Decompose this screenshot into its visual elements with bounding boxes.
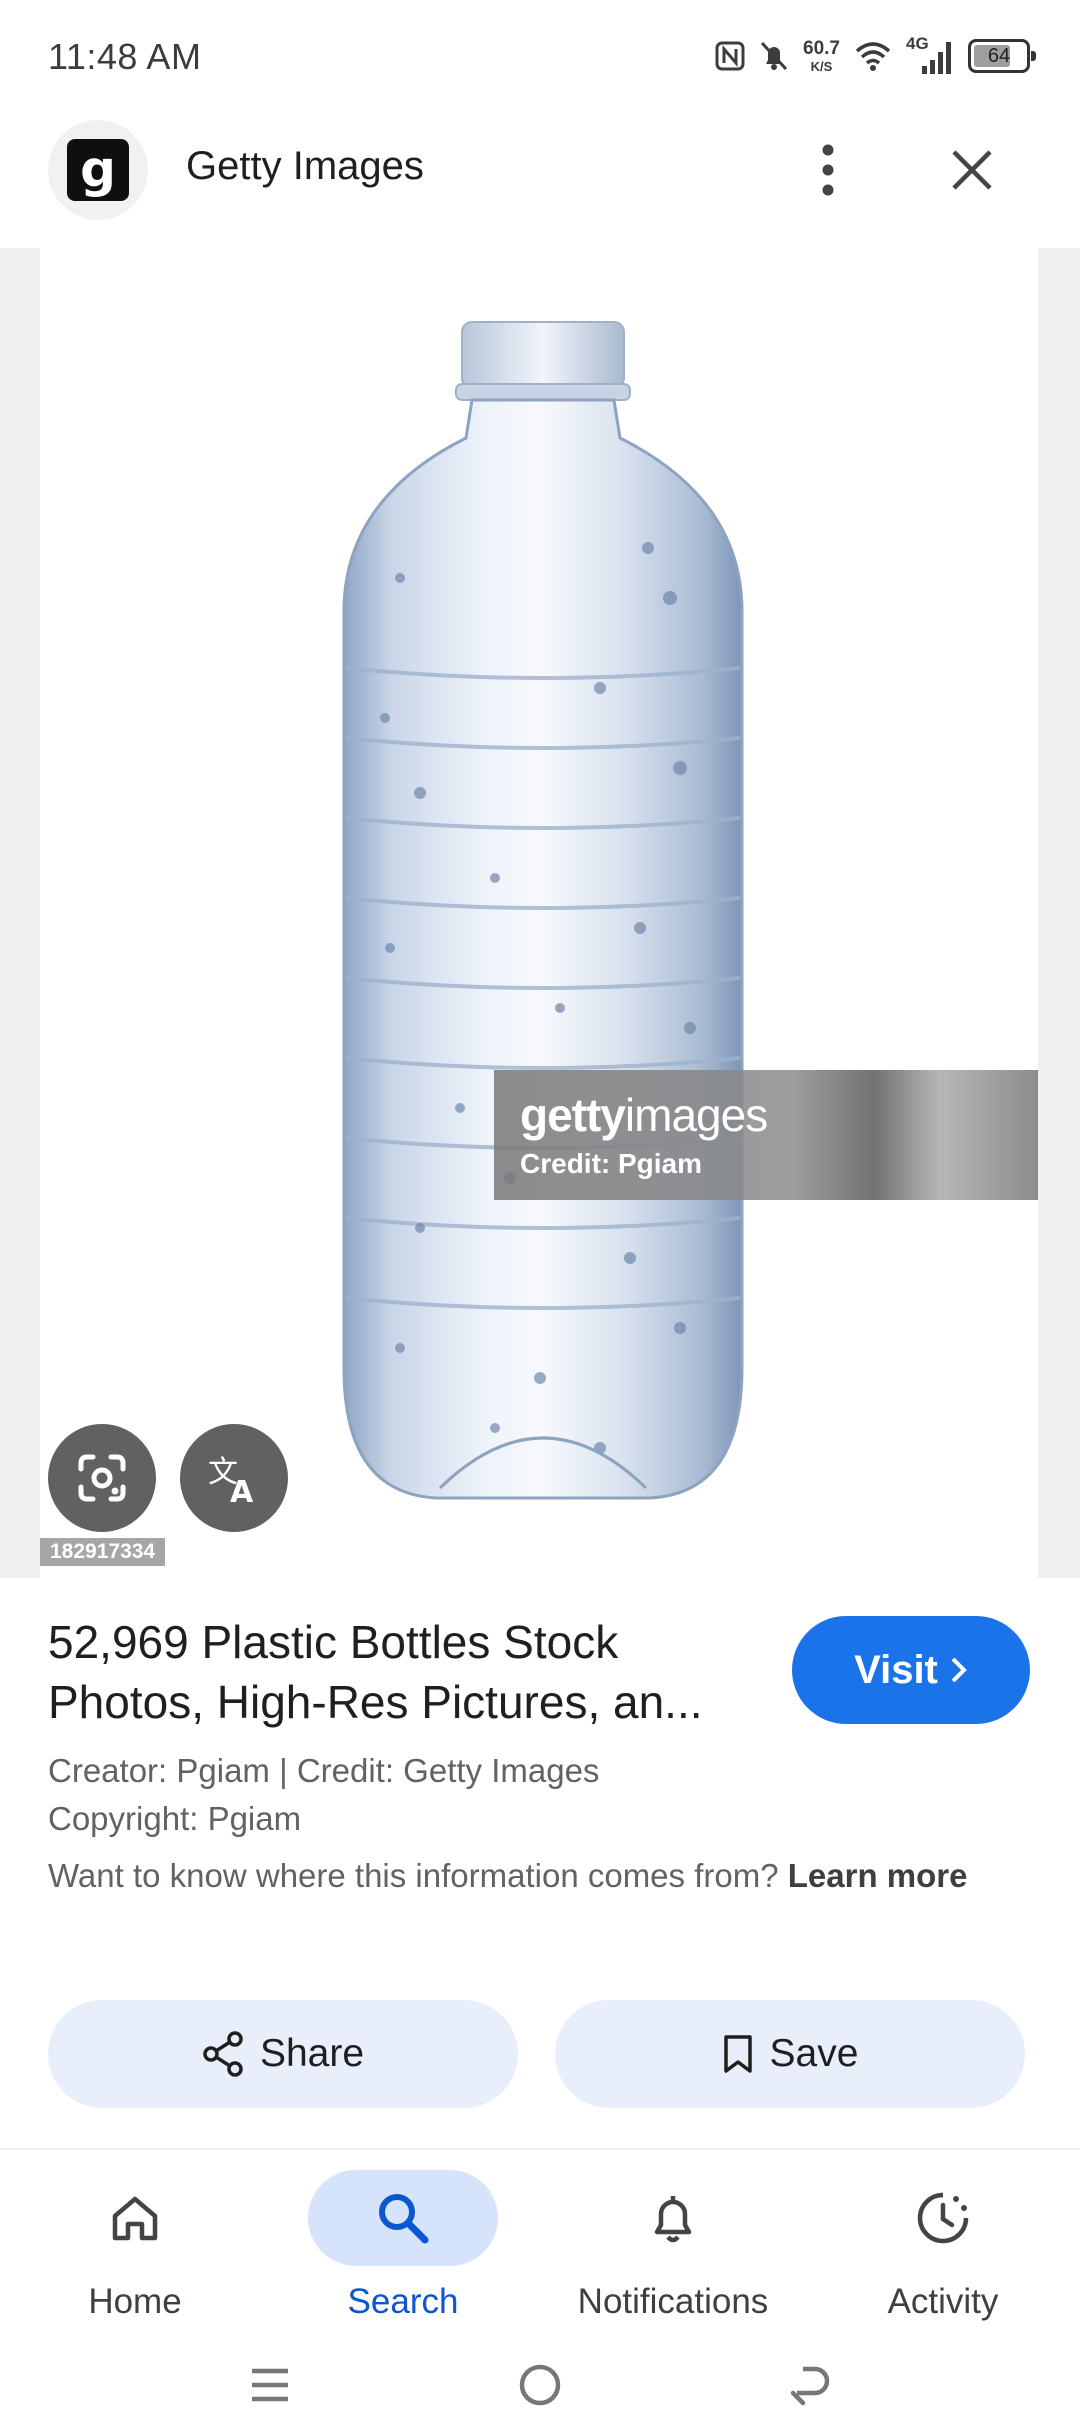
chevron-right-icon <box>951 1657 967 1683</box>
translate-button[interactable]: 文 A <box>180 1424 288 1532</box>
circle-home-icon <box>519 2364 561 2406</box>
home-icon <box>112 2196 158 2241</box>
result-image[interactable]: gettyimages Credit: Pgiam 182917334 <box>40 248 1038 1578</box>
activity-icon <box>917 2192 969 2244</box>
cell-signal: 4G <box>906 34 954 76</box>
image-viewer[interactable]: gettyimages Credit: Pgiam 182917334 <box>0 248 1080 1578</box>
network-speed: 60.7 K/S <box>803 38 840 74</box>
learn-more-link[interactable]: Learn more <box>788 1857 968 1894</box>
recents-button[interactable] <box>235 2350 305 2420</box>
bell-icon <box>654 2196 692 2243</box>
home-system-button[interactable] <box>505 2350 575 2420</box>
copyright-line: Copyright: Pgiam <box>48 1800 302 1837</box>
site-logo: g <box>48 120 148 220</box>
image-id-label: 182917334 <box>40 1538 166 1566</box>
lens-icon <box>78 1454 126 1502</box>
status-time: 11:48 AM <box>48 36 202 77</box>
status-icons: 60.7 K/S 4G 64 <box>715 34 1036 78</box>
more-vert-icon <box>822 144 834 196</box>
site-title: Getty Images <box>186 144 424 188</box>
close-button[interactable] <box>940 138 1004 202</box>
menu-lines-icon <box>252 2368 288 2402</box>
share-label: Share <box>259 2032 365 2075</box>
svg-text:A: A <box>230 1475 254 1508</box>
visit-button[interactable]: Visit <box>792 1616 1030 1724</box>
lens-search-button[interactable] <box>48 1424 156 1532</box>
status-bar: 11:48 AM 60.7 K/S 4G 64 <box>0 0 1080 110</box>
watermark: gettyimages Credit: Pgiam <box>494 1070 1038 1200</box>
result-title[interactable]: 52,969 Plastic Bottles Stock Photos, Hig… <box>48 1612 768 1732</box>
share-button[interactable]: Share <box>48 2000 518 2108</box>
translate-icon: 文 A <box>208 1455 254 1508</box>
nav-home-label: Home <box>88 2282 182 2321</box>
back-icon <box>790 2366 830 2406</box>
nav-home[interactable]: Home <box>20 2158 250 2328</box>
close-icon <box>952 150 992 190</box>
signal-icon <box>922 42 951 74</box>
viewer-header: g Getty Images <box>0 120 1080 250</box>
nav-activity-label: Activity <box>887 2282 999 2321</box>
search-icon <box>379 2194 429 2244</box>
creator-line: Creator: Pgiam | Credit: Getty Images <box>48 1752 600 1789</box>
bottom-navigation: Home Search Notifications Activity <box>0 2148 1080 2328</box>
info-source-text: Want to know where this information come… <box>48 1857 968 1894</box>
nav-notifications[interactable]: Notifications <box>558 2158 788 2328</box>
wifi-icon <box>854 40 892 72</box>
water-bottle-image <box>342 321 744 1500</box>
nav-search[interactable]: Search <box>288 2158 518 2328</box>
visit-label: Visit <box>854 1647 938 1692</box>
battery-indicator: 64 <box>968 39 1036 73</box>
nav-notifications-label: Notifications <box>577 2282 769 2321</box>
mute-icon <box>759 40 789 72</box>
nav-search-label: Search <box>347 2282 459 2321</box>
bookmark-icon <box>723 2035 752 2073</box>
nfc-icon <box>715 41 745 71</box>
system-navigation <box>0 2330 1080 2436</box>
watermark-credit: Credit: Pgiam <box>520 1148 703 1179</box>
save-button[interactable]: Save <box>555 2000 1025 2108</box>
share-icon <box>203 2031 243 2077</box>
save-label: Save <box>769 2032 859 2075</box>
getty-logo-icon: g <box>67 139 129 201</box>
back-button[interactable] <box>775 2350 845 2420</box>
more-options-button[interactable] <box>800 138 856 202</box>
nav-activity[interactable]: Activity <box>828 2158 1058 2328</box>
watermark-brand: gettyimages <box>520 1089 768 1141</box>
